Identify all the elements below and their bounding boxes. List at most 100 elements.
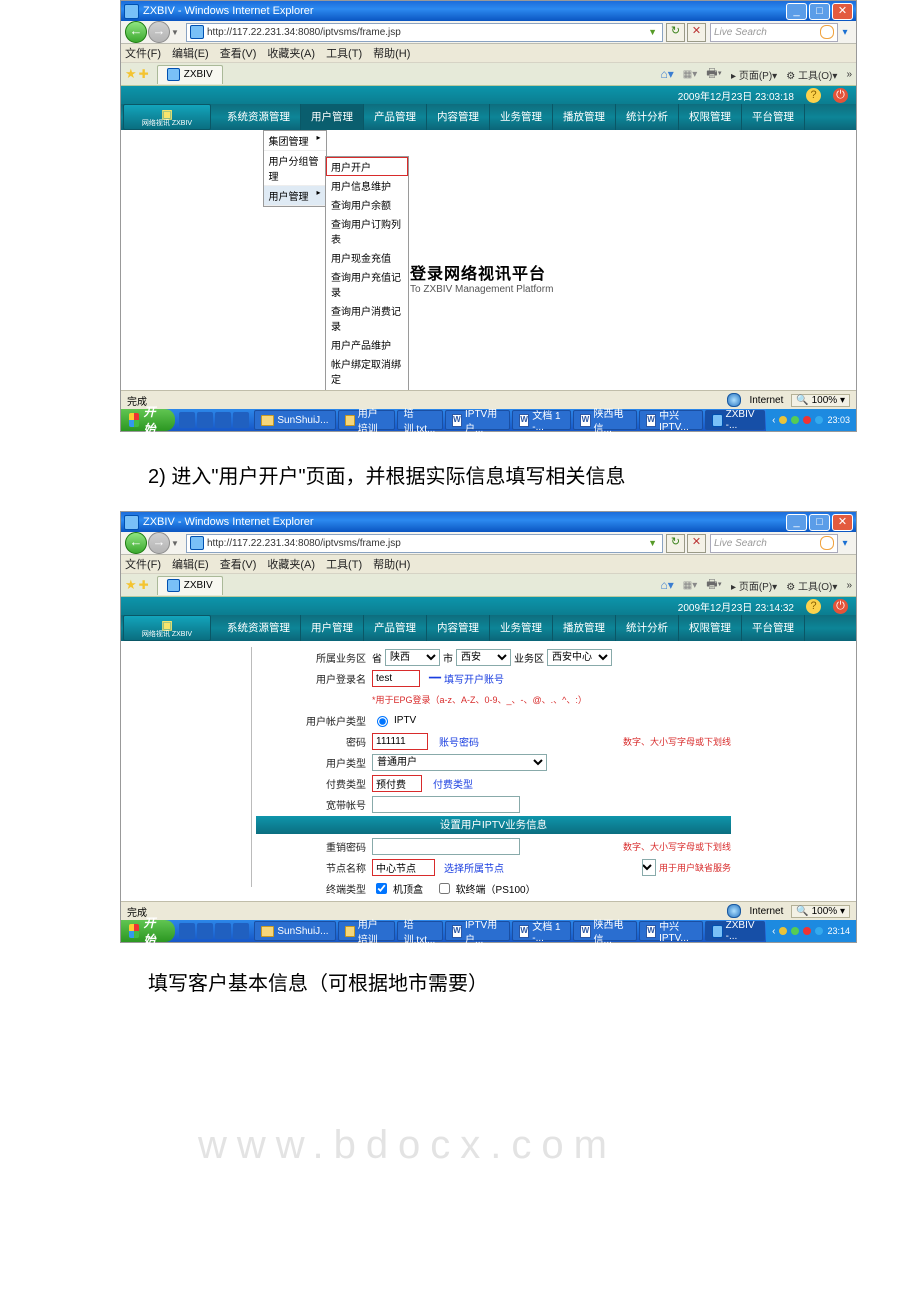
browser-tab[interactable]: ZXBIV: [157, 65, 223, 84]
menu-fav[interactable]: 收藏夹(A): [267, 556, 315, 572]
menu-play[interactable]: 播放管理: [553, 615, 616, 641]
back-button[interactable]: ←: [125, 532, 147, 554]
close-button[interactable]: ✕: [832, 514, 853, 531]
tray-icon[interactable]: [815, 416, 823, 424]
search-box[interactable]: Live Search: [710, 23, 838, 42]
browser-tab[interactable]: ZXBIV: [157, 576, 223, 595]
add-favorite-icon[interactable]: ✚: [139, 578, 149, 592]
menu-edit[interactable]: 编辑(E): [172, 556, 209, 572]
submenu2-item[interactable]: 用户现金充值: [326, 248, 408, 267]
node-input[interactable]: [372, 859, 435, 876]
submenu2-item-open-account[interactable]: 用户开户: [326, 157, 408, 176]
menu-perm[interactable]: 权限管理: [679, 104, 742, 130]
submenu2-item[interactable]: 查询用户订购列表: [326, 214, 408, 248]
login-input[interactable]: [372, 670, 420, 687]
menu-user[interactable]: 用户管理: [301, 615, 364, 641]
menu-stat[interactable]: 统计分析: [616, 615, 679, 641]
city-select[interactable]: 西安: [456, 649, 511, 666]
menu-platform[interactable]: 平台管理: [742, 104, 805, 130]
ql-icon[interactable]: [179, 923, 195, 939]
menu-platform[interactable]: 平台管理: [742, 615, 805, 641]
print-icon[interactable]: 🖶▾: [706, 64, 722, 85]
forward-button[interactable]: →: [148, 532, 170, 554]
paytype-input[interactable]: [372, 775, 422, 792]
submenu1-item[interactable]: 集团管理▸: [264, 131, 326, 151]
chevron-icon[interactable]: »: [846, 580, 852, 591]
menu-product[interactable]: 产品管理: [364, 615, 427, 641]
tray-icon[interactable]: [779, 416, 787, 424]
ql-icon[interactable]: [197, 923, 213, 939]
menu-tools[interactable]: 工具(T): [326, 45, 362, 61]
submenu2-item[interactable]: 查询用户消费记录: [326, 301, 408, 335]
usertype-select[interactable]: 普通用户: [372, 754, 547, 771]
submenu2-item[interactable]: 用户信息维护: [326, 176, 408, 195]
menu-view[interactable]: 查看(V): [220, 556, 257, 572]
tray-expand-icon[interactable]: ‹: [772, 415, 775, 426]
menu-tools[interactable]: 工具(T): [326, 556, 362, 572]
search-box[interactable]: Live Search: [710, 534, 838, 553]
province-select[interactable]: 陕西: [385, 649, 440, 666]
ql-icon[interactable]: [215, 923, 231, 939]
zoom-control[interactable]: 🔍 100% ▾: [791, 905, 850, 918]
taskbar-item[interactable]: W中兴IPTV...: [639, 410, 704, 430]
accttype-radio[interactable]: [377, 716, 388, 727]
taskbar-item[interactable]: WIPTV用户...: [445, 410, 510, 430]
forward-button[interactable]: →: [148, 21, 170, 43]
node-sel[interactable]: [642, 859, 656, 876]
stbsn-input[interactable]: [372, 901, 520, 902]
taskbar-item[interactable]: ZXBIV -...: [705, 921, 765, 941]
broadband-input[interactable]: [372, 796, 520, 813]
taskbar-item[interactable]: W陕西电信...: [573, 921, 637, 941]
menu-help[interactable]: 帮助(H): [373, 45, 410, 61]
taskbar-item[interactable]: W文档 1 -...: [512, 410, 571, 430]
print-icon[interactable]: 🖶▾: [706, 575, 722, 596]
menu-biz[interactable]: 业务管理: [490, 104, 553, 130]
menu-view[interactable]: 查看(V): [220, 45, 257, 61]
minimize-button[interactable]: _: [786, 514, 807, 531]
submenu2-item[interactable]: 帐户绑定取消绑定: [326, 354, 408, 388]
taskbar-item[interactable]: W中兴IPTV...: [639, 921, 704, 941]
close-button[interactable]: ✕: [832, 3, 853, 20]
taskbar-item[interactable]: 培训.txt...: [397, 921, 443, 941]
favorites-icon[interactable]: ★: [125, 577, 137, 593]
zoom-control[interactable]: 🔍 100% ▾: [791, 394, 850, 407]
taskbar-item[interactable]: 培训.txt...: [397, 410, 443, 430]
stop-button[interactable]: ✕: [687, 534, 706, 553]
menu-content[interactable]: 内容管理: [427, 615, 490, 641]
maximize-button[interactable]: □: [809, 3, 830, 20]
taskbar-item[interactable]: 用户培训: [338, 410, 395, 430]
address-bar[interactable]: http://117.22.231.34:8080/iptvsms/frame.…: [186, 23, 663, 42]
taskbar-item[interactable]: WIPTV用户...: [445, 921, 510, 941]
submenu2-item[interactable]: 查询用户余额: [326, 195, 408, 214]
tray-icon[interactable]: [791, 927, 799, 935]
menu-biz[interactable]: 业务管理: [490, 615, 553, 641]
tray-icon[interactable]: [803, 927, 811, 935]
menu-user[interactable]: 用户管理: [301, 104, 364, 130]
start-button[interactable]: 开始: [121, 409, 175, 431]
favorites-icon[interactable]: ★: [125, 66, 137, 82]
menu-product[interactable]: 产品管理: [364, 104, 427, 130]
ql-icon[interactable]: [233, 412, 249, 428]
home-icon[interactable]: ⌂▾: [660, 67, 673, 81]
menu-file[interactable]: 文件(F): [125, 556, 161, 572]
soft-checkbox[interactable]: [439, 883, 450, 894]
menu-perm[interactable]: 权限管理: [679, 615, 742, 641]
submenu1-item[interactable]: 用户管理▸: [264, 186, 326, 206]
submenu2-item[interactable]: 用户产品维护: [326, 335, 408, 354]
tray-icon[interactable]: [815, 927, 823, 935]
feeds-icon[interactable]: ▦▾: [683, 580, 697, 591]
refresh-button[interactable]: ↻: [666, 534, 685, 553]
taskbar-item[interactable]: W陕西电信...: [573, 410, 637, 430]
menu-file[interactable]: 文件(F): [125, 45, 161, 61]
password-input[interactable]: [372, 733, 428, 750]
resellpwd-input[interactable]: [372, 838, 520, 855]
search-dropdown-icon[interactable]: ▾: [838, 538, 852, 549]
menu-system[interactable]: 系统资源管理: [217, 615, 301, 641]
ql-icon[interactable]: [179, 412, 195, 428]
minimize-button[interactable]: _: [786, 3, 807, 20]
tray-icon[interactable]: [791, 416, 799, 424]
submenu2-item[interactable]: 用户批量开户: [326, 388, 408, 390]
menu-stat[interactable]: 统计分析: [616, 104, 679, 130]
nav-dropdown-icon[interactable]: ▼: [171, 539, 180, 548]
tray-icon[interactable]: [779, 927, 787, 935]
